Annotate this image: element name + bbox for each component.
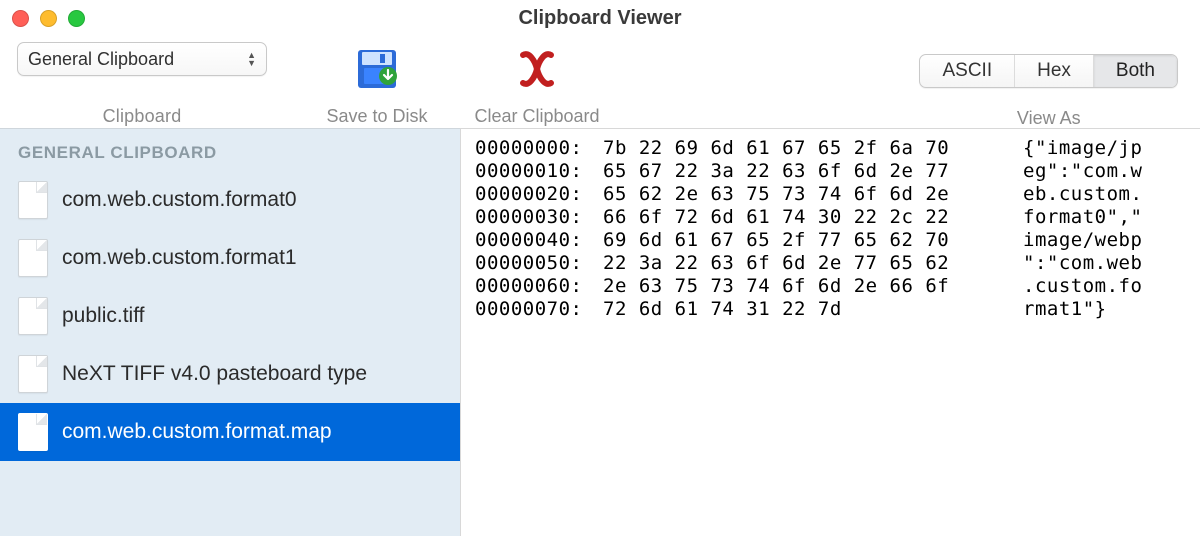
sidebar: GENERAL CLIPBOARD com.web.custom.format0… — [0, 128, 460, 536]
hex-ascii: eg":"com.w — [1023, 160, 1186, 183]
toolbar: General Clipboard ▲▼ Clipboard Save to D… — [0, 36, 1200, 128]
titlebar: Clipboard Viewer — [0, 0, 1200, 36]
file-icon — [18, 355, 48, 393]
file-icon — [18, 297, 48, 335]
hex-offset: 00000040: — [475, 229, 603, 252]
sidebar-header: GENERAL CLIPBOARD — [0, 139, 460, 171]
clear-clipboard-label: Clear Clipboard — [474, 106, 599, 127]
hex-bytes: 69 6d 61 67 65 2f 77 65 62 70 — [603, 229, 1023, 252]
viewas-group: ASCII Hex Both View As — [919, 42, 1188, 129]
hex-ascii: image/webp — [1023, 229, 1186, 252]
sidebar-list: com.web.custom.format0 com.web.custom.for… — [0, 171, 460, 461]
hex-ascii: eb.custom. — [1023, 183, 1186, 206]
toolbar-clipboard-group: General Clipboard ▲▼ Clipboard — [12, 42, 272, 127]
hex-ascii: ":"com.web — [1023, 252, 1186, 275]
list-item-label: NeXT TIFF v4.0 pasteboard type — [62, 362, 367, 386]
viewas-both-button[interactable]: Both — [1094, 55, 1177, 87]
hex-bytes: 72 6d 61 74 31 22 7d — [603, 298, 1023, 321]
list-item[interactable]: public.tiff — [0, 287, 460, 345]
close-window-icon[interactable] — [12, 10, 29, 27]
hex-row: 00000020:65 62 2e 63 75 73 74 6f 6d 2eeb… — [475, 183, 1186, 206]
window-title: Clipboard Viewer — [518, 7, 681, 30]
hex-row: 00000010:65 67 22 3a 22 63 6f 6d 2e 77eg… — [475, 160, 1186, 183]
file-icon — [18, 239, 48, 277]
list-item[interactable]: com.web.custom.format1 — [0, 229, 460, 287]
clipboard-selector[interactable]: General Clipboard ▲▼ — [17, 42, 267, 76]
list-item-label: com.web.custom.format0 — [62, 188, 297, 212]
hex-row: 00000070:72 6d 61 74 31 22 7d rmat1"} — [475, 298, 1186, 321]
traffic-lights — [12, 10, 85, 27]
minimize-window-icon[interactable] — [40, 10, 57, 27]
hex-offset: 00000070: — [475, 298, 603, 321]
viewas-segmented-control: ASCII Hex Both — [919, 54, 1178, 88]
save-to-disk-button[interactable]: Save to Disk — [312, 42, 442, 127]
hex-bytes: 2e 63 75 73 74 6f 6d 2e 66 6f — [603, 275, 1023, 298]
hex-offset: 00000060: — [475, 275, 603, 298]
hex-row: 00000040:69 6d 61 67 65 2f 77 65 62 70im… — [475, 229, 1186, 252]
list-item[interactable]: com.web.custom.format0 — [0, 171, 460, 229]
hex-offset: 00000020: — [475, 183, 603, 206]
hex-row: 00000000:7b 22 69 6d 61 67 65 2f 6a 70{"… — [475, 137, 1186, 160]
hex-bytes: 66 6f 72 6d 61 74 30 22 2c 22 — [603, 206, 1023, 229]
hex-ascii: rmat1"} — [1023, 298, 1186, 321]
zoom-window-icon[interactable] — [68, 10, 85, 27]
hex-bytes: 65 62 2e 63 75 73 74 6f 6d 2e — [603, 183, 1023, 206]
list-item-label: public.tiff — [62, 304, 145, 328]
hex-offset: 00000050: — [475, 252, 603, 275]
clipboard-selector-value: General Clipboard — [28, 49, 174, 70]
content-area: GENERAL CLIPBOARD com.web.custom.format0… — [0, 128, 1200, 536]
list-item[interactable]: com.web.custom.format.map — [0, 403, 460, 461]
hex-row: 00000050:22 3a 22 63 6f 6d 2e 77 65 62":… — [475, 252, 1186, 275]
clipboard-group-label: Clipboard — [103, 106, 182, 127]
file-icon — [18, 181, 48, 219]
hex-ascii: .custom.fo — [1023, 275, 1186, 298]
hex-offset: 00000010: — [475, 160, 603, 183]
viewas-hex-button[interactable]: Hex — [1015, 55, 1094, 87]
x-icon — [515, 44, 559, 94]
hex-pane: 00000000:7b 22 69 6d 61 67 65 2f 6a 70{"… — [460, 128, 1200, 536]
hex-bytes: 22 3a 22 63 6f 6d 2e 77 65 62 — [603, 252, 1023, 275]
clear-clipboard-button[interactable]: Clear Clipboard — [452, 42, 622, 127]
hex-offset: 00000000: — [475, 137, 603, 160]
hex-row: 00000060:2e 63 75 73 74 6f 6d 2e 66 6f.c… — [475, 275, 1186, 298]
list-item-label: com.web.custom.format.map — [62, 420, 332, 444]
hex-ascii: format0"," — [1023, 206, 1186, 229]
hex-row: 00000030:66 6f 72 6d 61 74 30 22 2c 22fo… — [475, 206, 1186, 229]
hex-offset: 00000030: — [475, 206, 603, 229]
chevron-up-down-icon: ▲▼ — [247, 52, 256, 67]
save-to-disk-label: Save to Disk — [326, 106, 427, 127]
hex-bytes: 7b 22 69 6d 61 67 65 2f 6a 70 — [603, 137, 1023, 160]
viewas-ascii-button[interactable]: ASCII — [920, 55, 1015, 87]
hex-ascii: {"image/jp — [1023, 137, 1186, 160]
viewas-label: View As — [1017, 108, 1081, 129]
floppy-disk-icon — [354, 44, 400, 94]
list-item[interactable]: NeXT TIFF v4.0 pasteboard type — [0, 345, 460, 403]
list-item-label: com.web.custom.format1 — [62, 246, 297, 270]
file-icon — [18, 413, 48, 451]
hex-bytes: 65 67 22 3a 22 63 6f 6d 2e 77 — [603, 160, 1023, 183]
